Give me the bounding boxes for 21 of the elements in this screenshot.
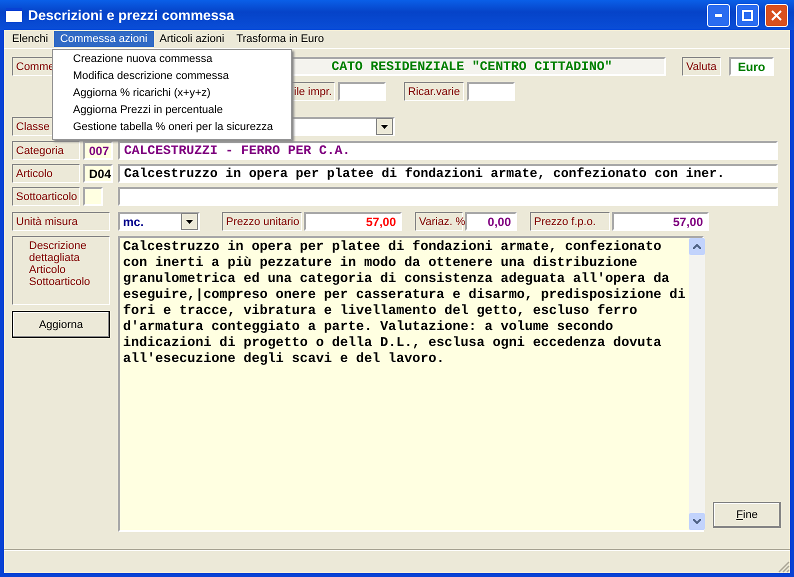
text-line: indicazioni di progetto o della D.L., esclusa ogni eccedenza dovuta bbox=[123, 336, 662, 352]
field-label: Prezzo unitario bbox=[222, 212, 302, 231]
text-line: granulometrica ed una categoria di consistenza adeguata all'opera da bbox=[123, 272, 670, 288]
text-line: fori e tracce, vibratura e livellamento del getto, escluso ferro bbox=[123, 304, 638, 320]
text-line: d'armatura conteggiato a parte. Valutazione: a volume secondo bbox=[123, 320, 614, 336]
currency-field: Euro bbox=[729, 57, 774, 76]
field-label: Unità misura bbox=[12, 212, 110, 231]
text-line: con inerti a più pezzature in modo da ottenere una distribuzione bbox=[123, 256, 638, 272]
text-line: eseguire,|compreso onere per casseratura e disarmo, predisposizione di bbox=[123, 288, 686, 304]
text-line: Calcestruzzo in opera per platee di fondazioni armate, confezionato bbox=[123, 240, 662, 256]
field-label: Ricar.varie bbox=[404, 82, 464, 101]
window-title: Descrizioni e prezzi commessa bbox=[28, 7, 236, 23]
field-label: Categoria bbox=[12, 141, 80, 160]
description-label: Descrizione dettagliata Articolo Sottoarticolo bbox=[12, 236, 110, 305]
field-label: Sottoarticolo bbox=[12, 187, 80, 206]
field-label: Prezzo f.p.o. bbox=[530, 212, 610, 231]
field-label: ile impr. bbox=[290, 82, 335, 101]
field-label: Valuta bbox=[682, 57, 722, 76]
field-label: Variaz. % bbox=[415, 212, 463, 231]
text-line: all'esecuzione degli scavi e del lavoro. bbox=[123, 352, 446, 368]
field-label: Articolo bbox=[12, 164, 80, 183]
